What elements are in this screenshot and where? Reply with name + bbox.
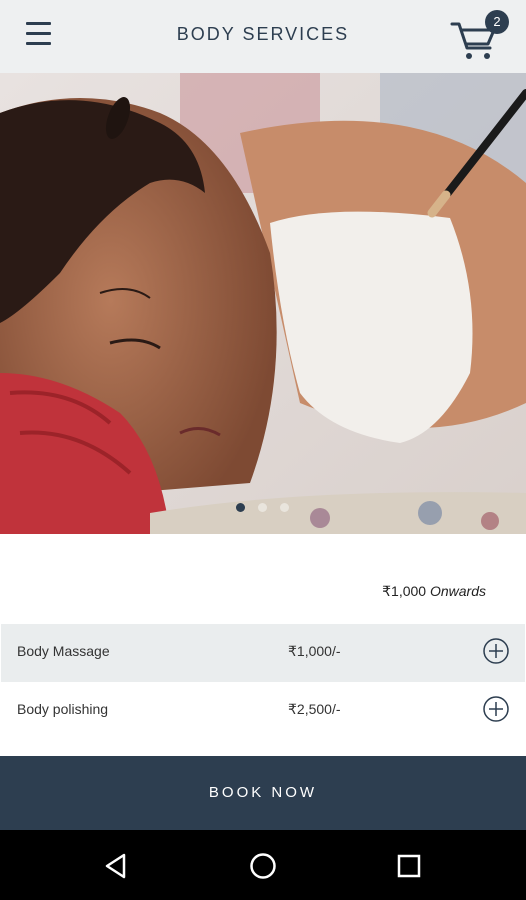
- service-name: Body Massage: [17, 643, 110, 659]
- onwards-label: Onwards: [429, 583, 486, 599]
- top-app-bar: BODY SERVICES 2: [0, 0, 526, 73]
- currency-symbol: ₹: [382, 583, 392, 599]
- book-now-button[interactable]: BOOK NOW: [0, 756, 526, 830]
- recents-square-icon[interactable]: [395, 852, 423, 880]
- carousel-dot-3[interactable]: [280, 503, 289, 512]
- back-triangle-icon[interactable]: [102, 852, 130, 880]
- starting-price: ₹1,000 Onwards: [382, 583, 486, 600]
- service-name: Body polishing: [17, 701, 109, 717]
- page-title: BODY SERVICES: [176, 24, 350, 44]
- cart-button[interactable]: 2: [450, 8, 510, 68]
- carousel-indicator: [236, 499, 302, 512]
- service-price: ₹1,000/-: [288, 643, 341, 659]
- service-row: Body polishing ₹2,500/-: [1, 682, 525, 740]
- carousel-dot-1[interactable]: [236, 503, 245, 512]
- add-circle-icon[interactable]: [483, 638, 509, 664]
- add-circle-icon[interactable]: [483, 696, 509, 722]
- carousel-dot-2[interactable]: [258, 503, 267, 512]
- starting-amount: 1,000: [391, 583, 427, 599]
- service-price: ₹2,500/-: [288, 701, 341, 717]
- cart-count-badge: 2: [485, 10, 509, 34]
- system-navigation-bar: [0, 830, 526, 900]
- spa-photo: [0, 73, 526, 534]
- service-row: Body Massage ₹1,000/-: [1, 624, 525, 682]
- home-circle-icon[interactable]: [249, 852, 277, 880]
- hero-carousel[interactable]: [0, 73, 526, 534]
